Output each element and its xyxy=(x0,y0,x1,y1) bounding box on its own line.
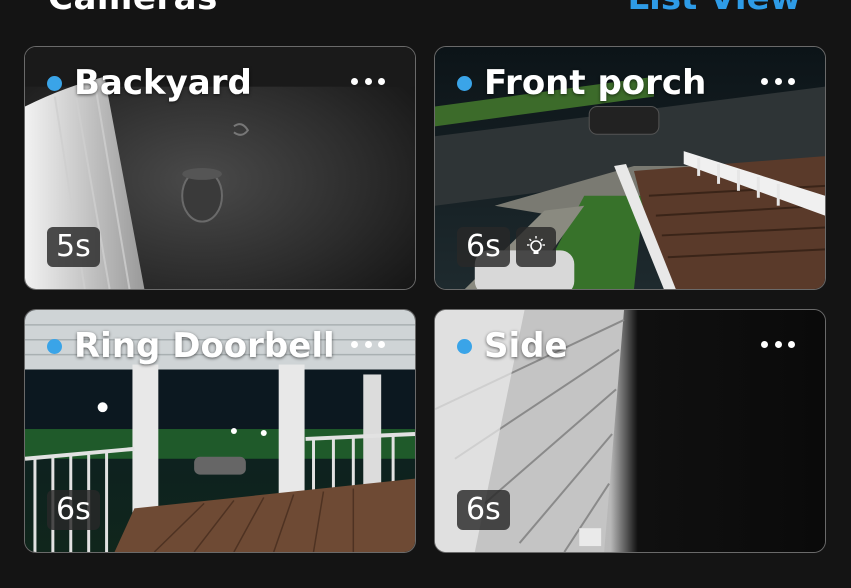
camera-name: Backyard xyxy=(74,63,252,103)
snapshot-age-badge: 6s xyxy=(47,490,100,530)
snapshot-age-badge: 6s xyxy=(457,227,510,267)
status-dot xyxy=(457,338,472,354)
camera-name-row: Ring Doorbell xyxy=(47,326,335,366)
badge-row: 6s xyxy=(457,490,510,530)
page-title: Cameras xyxy=(48,0,218,18)
camera-tile-ring-doorbell[interactable]: Ring Doorbell 6s xyxy=(24,309,416,553)
light-bulb-icon xyxy=(515,227,556,267)
camera-tile-side[interactable]: Side 6s xyxy=(434,309,826,553)
cameras-header: Cameras List View xyxy=(0,0,851,30)
camera-name: Front porch xyxy=(484,63,707,103)
camera-name-row: Backyard xyxy=(47,63,252,103)
badge-row: 6s xyxy=(47,490,100,530)
camera-name-row: Side xyxy=(457,326,568,366)
camera-tile-front-porch[interactable]: Front porch 6s xyxy=(434,46,826,290)
more-horizontal-icon[interactable] xyxy=(351,75,385,87)
badge-row: 6s xyxy=(457,227,556,267)
badge-row: 5s xyxy=(47,227,100,267)
more-horizontal-icon[interactable] xyxy=(351,338,385,350)
camera-name: Side xyxy=(484,326,568,366)
camera-name-row: Front porch xyxy=(457,63,706,103)
snapshot-age-badge: 6s xyxy=(457,490,510,530)
status-dot xyxy=(47,338,62,354)
snapshot-age-badge: 5s xyxy=(47,227,100,267)
list-view-link[interactable]: List View xyxy=(628,0,802,18)
more-horizontal-icon[interactable] xyxy=(761,75,795,87)
status-dot xyxy=(457,75,472,91)
status-dot xyxy=(47,75,62,91)
camera-name: Ring Doorbell xyxy=(74,326,335,366)
camera-tile-backyard[interactable]: Backyard 5s xyxy=(24,46,416,290)
more-horizontal-icon[interactable] xyxy=(761,338,795,350)
